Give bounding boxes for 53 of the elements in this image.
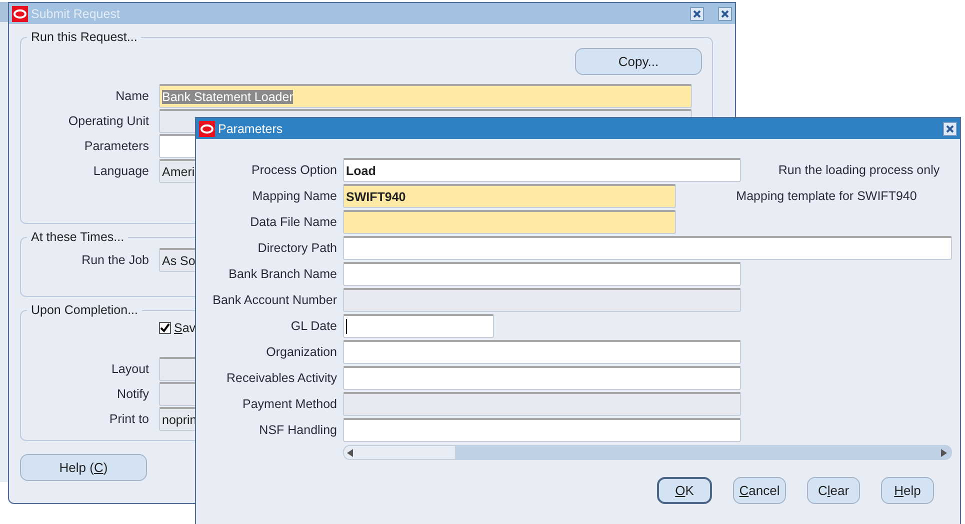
help-button[interactable]: Help (C)	[20, 454, 147, 481]
window-title: Parameters	[218, 122, 284, 136]
input-field[interactable]: Load	[343, 158, 741, 182]
input-field[interactable]	[343, 314, 494, 338]
close-icon[interactable]	[690, 6, 704, 20]
field-label: Language	[93, 164, 149, 178]
input-field[interactable]	[343, 418, 741, 442]
field-label: Name	[116, 89, 149, 103]
input-field[interactable]	[343, 392, 741, 416]
horizontal-scrollbar[interactable]	[343, 445, 952, 460]
input-field[interactable]	[343, 340, 741, 364]
input-field[interactable]: SWIFT940	[343, 184, 676, 208]
close-icon[interactable]	[943, 122, 957, 136]
field-label: Payment Method	[242, 397, 337, 411]
group-title: Run this Request...	[30, 30, 138, 44]
window-title: Submit Request	[31, 6, 121, 20]
field-label: Receivables Activity	[226, 371, 337, 385]
input-field[interactable]	[343, 210, 676, 234]
field-label: Parameters	[84, 139, 149, 153]
app-icon	[12, 6, 28, 22]
field-label: Data File Name	[250, 215, 337, 229]
dialog-button[interactable]: OK	[657, 477, 712, 504]
field-label: Organization	[266, 345, 337, 359]
field-label: Mapping Name	[252, 189, 337, 203]
close-icon[interactable]	[718, 6, 732, 20]
group-title: Upon Completion...	[30, 303, 140, 317]
input-field[interactable]	[343, 236, 952, 260]
dialog-button[interactable]: Help	[881, 477, 934, 504]
field-label: GL Date	[290, 319, 337, 333]
field-label: Bank Account Number	[212, 293, 337, 307]
scroll-left-icon[interactable]	[347, 448, 353, 456]
checkmark-icon	[160, 323, 170, 333]
dialog-button[interactable]: Clear	[807, 477, 860, 504]
field-label: NSF Handling	[259, 423, 337, 437]
field-label: Process Option	[252, 163, 337, 177]
field-label: Print to	[109, 412, 149, 426]
field-description: Mapping template for SWIFT940	[736, 189, 917, 203]
dialog-button[interactable]: Cancel	[733, 477, 786, 504]
input-field[interactable]	[343, 288, 741, 312]
scroll-right-icon[interactable]	[941, 448, 947, 456]
group-title: At these Times...	[30, 230, 126, 244]
field-label: Notify	[117, 387, 149, 401]
field-label: Bank Branch Name	[228, 267, 337, 281]
save-checkbox[interactable]: Sav	[159, 321, 196, 335]
input-field[interactable]	[343, 262, 741, 286]
input-field[interactable]	[343, 366, 741, 390]
field-label: Directory Path	[258, 241, 337, 255]
field-label: Run the Job	[82, 253, 149, 267]
field-label: Operating Unit	[68, 114, 149, 128]
copy-button[interactable]: Copy...	[575, 48, 702, 75]
field-label: Layout	[111, 362, 149, 376]
field-description: Run the loading process only	[778, 163, 940, 177]
app-icon	[199, 120, 215, 136]
